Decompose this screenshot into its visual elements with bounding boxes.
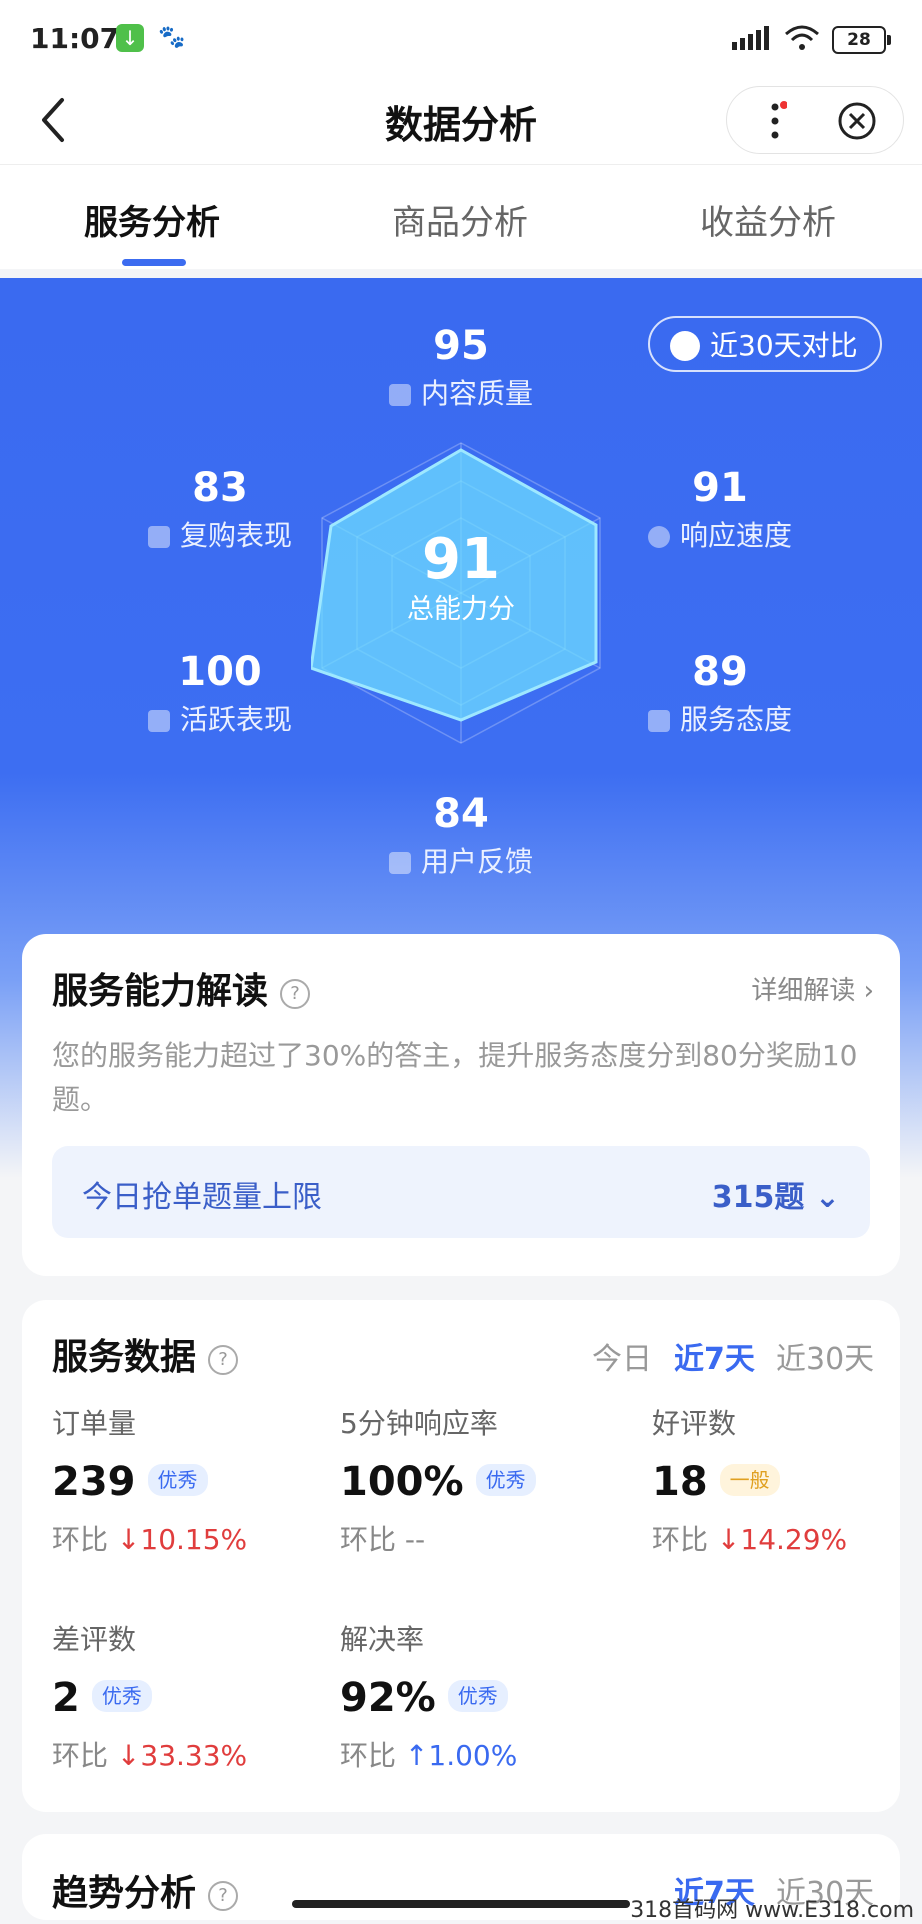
help-icon[interactable]: ? [280, 979, 311, 1009]
detail-link[interactable]: 详细解读 › [751, 970, 874, 1007]
rating-badge: 优秀 [91, 1680, 152, 1712]
paw-app-icon: 🐾 [158, 25, 186, 50]
status-bar: 11:07 ↓ 🐾 28 [0, 0, 922, 80]
nav-bar: 数据分析 [0, 80, 922, 164]
ability-card-title: 服务能力解读? [52, 962, 311, 1014]
chevron-down-icon: ⌄ [814, 1180, 840, 1215]
ability-description: 您的服务能力超过了30%的答主，提升服务态度分到80分奖励10题。 [52, 1039, 858, 1116]
wifi-icon [785, 25, 819, 50]
download-app-icon: ↓ [116, 24, 144, 52]
period-7days[interactable]: 近7天 [674, 1334, 755, 1378]
rating-badge: 优秀 [475, 1464, 536, 1496]
dimension-repurchase-performance: 83 复购表现 [120, 464, 320, 556]
help-icon[interactable]: ? [208, 1345, 239, 1375]
thumbs-up-icon [147, 526, 170, 548]
dimension-service-attitude: 89 服务态度 [620, 648, 820, 740]
period-30days[interactable]: 近30天 [776, 1334, 874, 1378]
analysis-tabs: 服务分析 商品分析 收益分析 [0, 164, 922, 269]
more-dots-icon[interactable] [767, 101, 787, 141]
arrow-up-icon: ↑ [404, 1739, 429, 1772]
signal-icon [732, 26, 769, 50]
metric-bad-reviews: 差评数 2 优秀 环比 ↓33.33% [52, 1623, 248, 1772]
feedback-icon [388, 852, 411, 874]
active-tab-indicator [122, 259, 186, 266]
help-icon[interactable]: ? [208, 1881, 239, 1911]
service-data-title: 服务数据? [52, 1328, 239, 1380]
chevron-right-icon: › [863, 976, 874, 1006]
metric-good-reviews: 好评数 18 一般 环比 ↓14.29% [652, 1407, 848, 1556]
mini-program-capsule [726, 86, 904, 154]
tab-revenue-analysis[interactable]: 收益分析 [700, 195, 836, 244]
dimension-content-quality: 95 内容质量 [361, 322, 561, 414]
period-today[interactable]: 今日 [592, 1334, 652, 1378]
battery-icon: 28 [832, 26, 891, 54]
quota-row[interactable]: 今日抢单题量上限 315题 ⌄ [52, 1146, 870, 1238]
dimension-active-performance: 100 活跃表现 [120, 648, 320, 740]
tab-product-analysis[interactable]: 商品分析 [392, 195, 528, 244]
metric-orders: 订单量 239 优秀 环比 ↓10.15% [52, 1407, 248, 1556]
swap-icon [670, 331, 700, 361]
document-icon [388, 384, 411, 406]
arrow-down-icon: ↓ [116, 1523, 141, 1556]
user-icon [647, 710, 670, 732]
rating-badge: 优秀 [147, 1464, 208, 1496]
ability-card: 服务能力解读? 详细解读 › 您的服务能力超过了30%的答主，提升服务态度分到8… [22, 934, 900, 1276]
home-indicator[interactable] [292, 1900, 630, 1908]
service-data-card: 服务数据? 今日 近7天 近30天 订单量 239 优秀 环比 ↓10.15% 5… [22, 1300, 900, 1812]
quota-label: 今日抢单题量上限 [82, 1180, 322, 1215]
trend-title: 趋势分析? [52, 1864, 239, 1916]
status-time: 11:07 [30, 22, 120, 55]
flame-icon [147, 710, 170, 732]
dimension-user-feedback: 84 用户反馈 [361, 790, 561, 882]
rating-badge: 优秀 [447, 1680, 508, 1712]
close-circle-icon[interactable] [837, 101, 877, 141]
arrow-down-icon: ↓ [116, 1739, 141, 1772]
metric-response-rate: 5分钟响应率 100% 优秀 环比 -- [340, 1404, 536, 1560]
total-score: 91 总能力分 [407, 527, 515, 626]
watermark: 318首码网 www.E318.com [630, 1898, 914, 1923]
clock-icon [647, 526, 670, 548]
rating-badge: 一般 [719, 1464, 780, 1496]
arrow-down-icon: ↓ [716, 1523, 741, 1556]
quota-value: 315题 ⌄ [711, 1180, 840, 1215]
metric-resolution-rate: 解决率 92% 优秀 环比 ↑1.00% [340, 1623, 518, 1772]
compare-30days-button[interactable]: 近30天对比 [648, 316, 882, 372]
dimension-response-speed: 91 响应速度 [620, 464, 820, 556]
tab-service-analysis[interactable]: 服务分析 [84, 195, 220, 244]
